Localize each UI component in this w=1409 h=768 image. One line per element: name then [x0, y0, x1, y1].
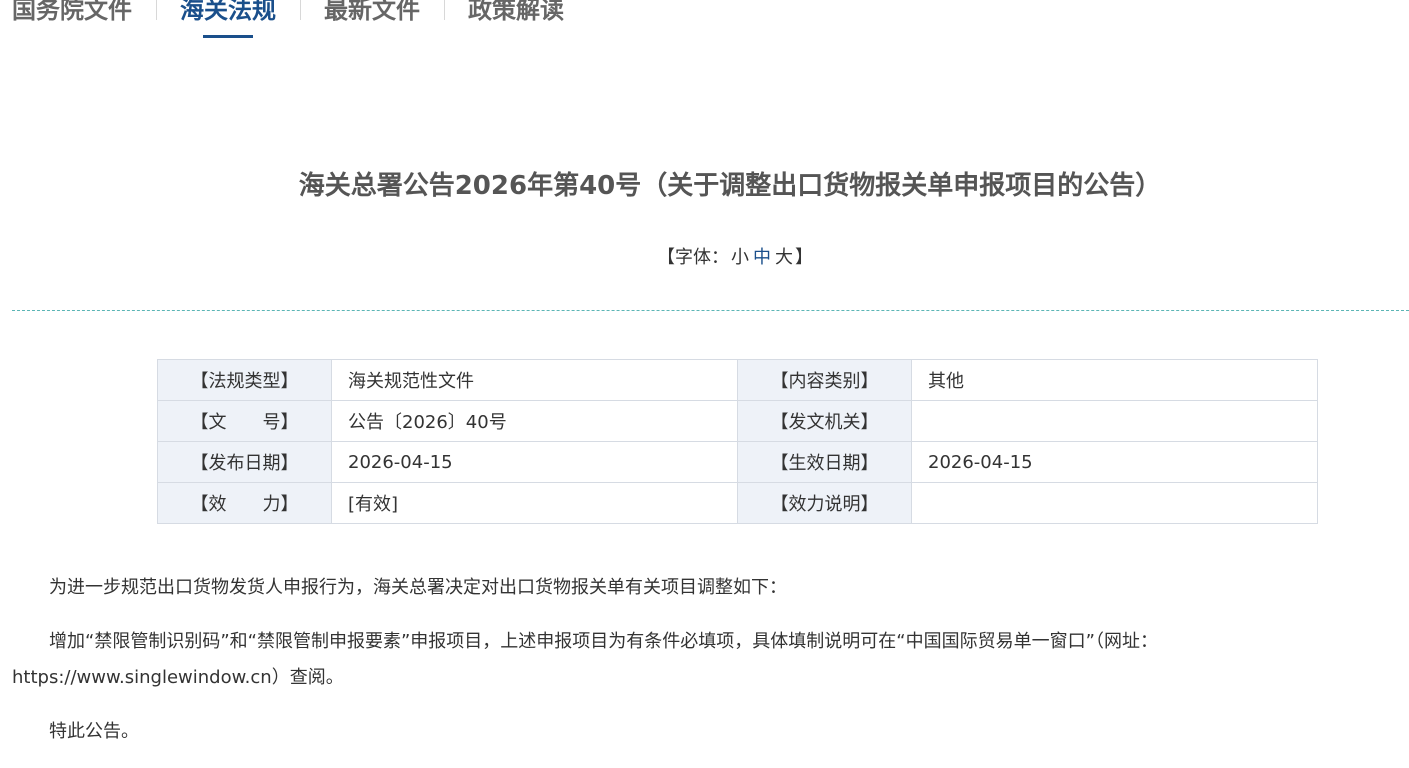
regulation-type-label: 【法规类型】 — [157, 359, 332, 401]
header-divider — [12, 310, 1409, 311]
table-row: 【发布日期】 2026-04-15 【生效日期】 2026-04-15 — [157, 441, 1318, 483]
tab-policy-interpretation[interactable]: 政策解读 — [468, 0, 564, 34]
validity-note-value — [911, 482, 1318, 524]
publish-date-value: 2026-04-15 — [331, 441, 738, 483]
validity-label: 【效 力】 — [157, 482, 332, 524]
font-size-prefix: 【字体： — [657, 247, 729, 268]
regulation-type-value: 海关规范性文件 — [331, 359, 738, 401]
nav-separator — [156, 0, 157, 20]
doc-number-label: 【文 号】 — [157, 400, 332, 442]
active-tab-indicator — [203, 35, 253, 38]
article-title: 海关总署公告2026年第40号（关于调整出口货物报关单申报项目的公告） — [298, 171, 1162, 201]
nav-separator — [444, 0, 445, 20]
doc-number-value: 公告〔2026〕40号 — [331, 400, 738, 442]
tab-customs-regulations[interactable]: 海关法规 — [180, 0, 276, 34]
font-size-large-button[interactable]: 大 — [773, 247, 795, 268]
effective-date-value: 2026-04-15 — [911, 441, 1318, 483]
article-paragraph: 为进一步规范出口货物发货人申报行为，海关总署决定对出口货物报关单有关项目调整如下… — [49, 577, 787, 598]
effective-date-label: 【生效日期】 — [737, 441, 912, 483]
nav-separator — [300, 0, 301, 20]
publish-date-label: 【发布日期】 — [157, 441, 332, 483]
validity-value: [有效] — [331, 482, 738, 524]
tab-state-council-documents[interactable]: 国务院文件 — [12, 0, 132, 34]
top-nav: 国务院文件 海关法规 最新文件 政策解读 — [0, 0, 700, 40]
table-row: 【文 号】 公告〔2026〕40号 【发文机关】 — [157, 400, 1318, 442]
article-body: 为进一步规范出口货物发货人申报行为，海关总署决定对出口货物报关单有关项目调整如下… — [12, 570, 1252, 768]
issuing-authority-value — [911, 400, 1318, 442]
font-size-small-button[interactable]: 小 — [729, 247, 751, 268]
table-row: 【效 力】 [有效] 【效力说明】 — [157, 482, 1318, 524]
table-row: 【法规类型】 海关规范性文件 【内容类别】 其他 — [157, 359, 1318, 401]
issuing-authority-label: 【发文机关】 — [737, 400, 912, 442]
font-size-suffix: 】 — [795, 247, 813, 268]
validity-note-label: 【效力说明】 — [737, 482, 912, 524]
content-category-value: 其他 — [911, 359, 1318, 401]
font-size-medium-button[interactable]: 中 — [751, 247, 773, 268]
font-size-selector: 【字体：小中大】 — [0, 246, 1409, 270]
article-paragraph: 特此公告。 — [49, 721, 139, 742]
article-paragraph: 增加“禁限管制识别码”和“禁限管制申报要素”申报项目，上述申报项目为有条件必填项… — [12, 631, 1158, 688]
document-metadata-table: 【法规类型】 海关规范性文件 【内容类别】 其他 【文 号】 公告〔2026〕4… — [157, 359, 1318, 524]
tab-latest-documents[interactable]: 最新文件 — [324, 0, 420, 34]
content-category-label: 【内容类别】 — [737, 359, 912, 401]
